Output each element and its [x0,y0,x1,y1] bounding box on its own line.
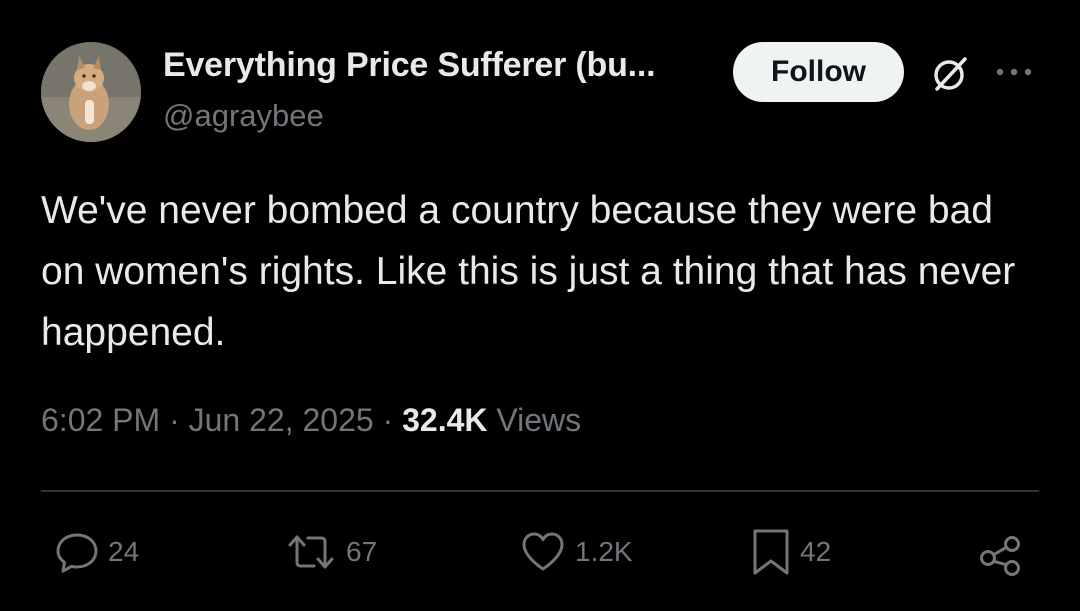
meta-separator: · [382,402,394,438]
author-display-name[interactable]: Everything Price Sufferer (bu... [163,46,656,85]
reply-icon [54,529,100,575]
bookmark-icon [750,527,792,577]
repost-button[interactable]: 67 [284,528,377,576]
bookmark-count: 42 [800,536,832,567]
share-icon[interactable] [976,528,1024,576]
author-handle[interactable]: @agraybee [163,98,324,134]
more-icon[interactable] [993,60,1035,84]
reply-count: 24 [108,536,140,567]
tweet-meta: 6:02 PM · Jun 22, 2025 · 32.4K Views [41,402,581,439]
views-label: Views [496,402,582,438]
repost-count: 67 [346,536,378,567]
meta-separator: · [169,402,180,438]
heart-icon [519,529,567,575]
like-count: 1.2K [575,536,633,567]
repost-icon [284,529,338,575]
dog-photo-avatar-icon [41,42,141,142]
bookmark-button[interactable]: 42 [750,528,831,576]
avatar[interactable] [41,42,141,142]
tweet-date[interactable]: Jun 22, 2025 [189,402,374,438]
tweet-text: We've never bombed a country because the… [41,189,1016,354]
grok-icon[interactable] [928,52,972,96]
divider [41,490,1039,492]
follow-button[interactable]: Follow [733,42,904,102]
views-count: 32.4K [402,402,488,438]
like-button[interactable]: 1.2K [519,528,633,576]
reply-button[interactable]: 24 [54,528,139,576]
tweet-time[interactable]: 6:02 PM [41,402,160,438]
